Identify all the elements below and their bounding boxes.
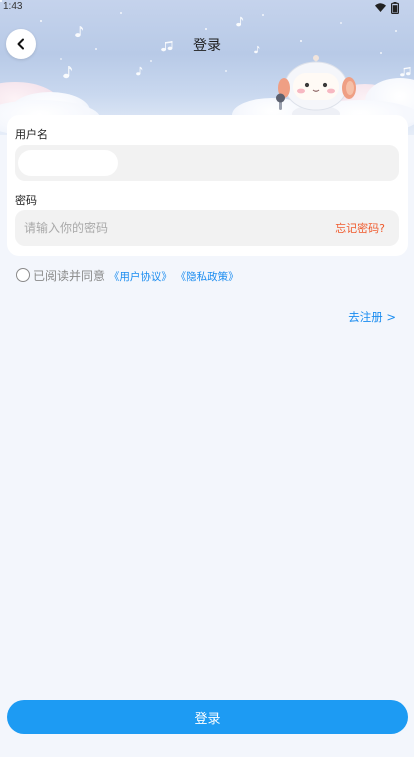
forgot-password-link[interactable]: 忘记密码? — [335, 220, 385, 236]
user-agreement-link[interactable]: 《用户协议》 — [109, 271, 172, 283]
login-button[interactable]: 登录 — [7, 700, 408, 734]
privacy-policy-link[interactable]: 《隐私政策》 — [176, 271, 239, 283]
agreement-text: 已阅读并同意 《用户协议》 《隐私政策》 — [33, 267, 239, 284]
username-value-highlight — [18, 150, 118, 176]
password-input[interactable] — [15, 210, 315, 246]
battery-icon — [391, 2, 399, 14]
register-link[interactable]: 去注册 > — [348, 309, 396, 325]
username-label: 用户名 — [15, 128, 48, 141]
page-title: 登录 — [193, 38, 221, 54]
agreement-prefix: 已阅读并同意 — [33, 269, 106, 283]
wifi-icon — [375, 3, 386, 12]
status-time: 1:43 — [3, 1, 23, 12]
star-sparkles — [0, 0, 2, 2]
astronaut-mascot-illustration — [276, 55, 356, 120]
music-note-icon — [236, 16, 244, 27]
music-note-icon — [400, 66, 411, 77]
agree-radio[interactable] — [16, 268, 30, 282]
login-form-card: 用户名 密码 忘记密码? — [7, 115, 408, 256]
password-label: 密码 — [15, 194, 37, 207]
username-field[interactable] — [15, 145, 399, 181]
password-field[interactable]: 忘记密码? — [15, 210, 399, 246]
login-button-label: 登录 — [194, 711, 221, 727]
music-note-icon — [63, 64, 73, 80]
music-note-icon — [136, 66, 143, 76]
